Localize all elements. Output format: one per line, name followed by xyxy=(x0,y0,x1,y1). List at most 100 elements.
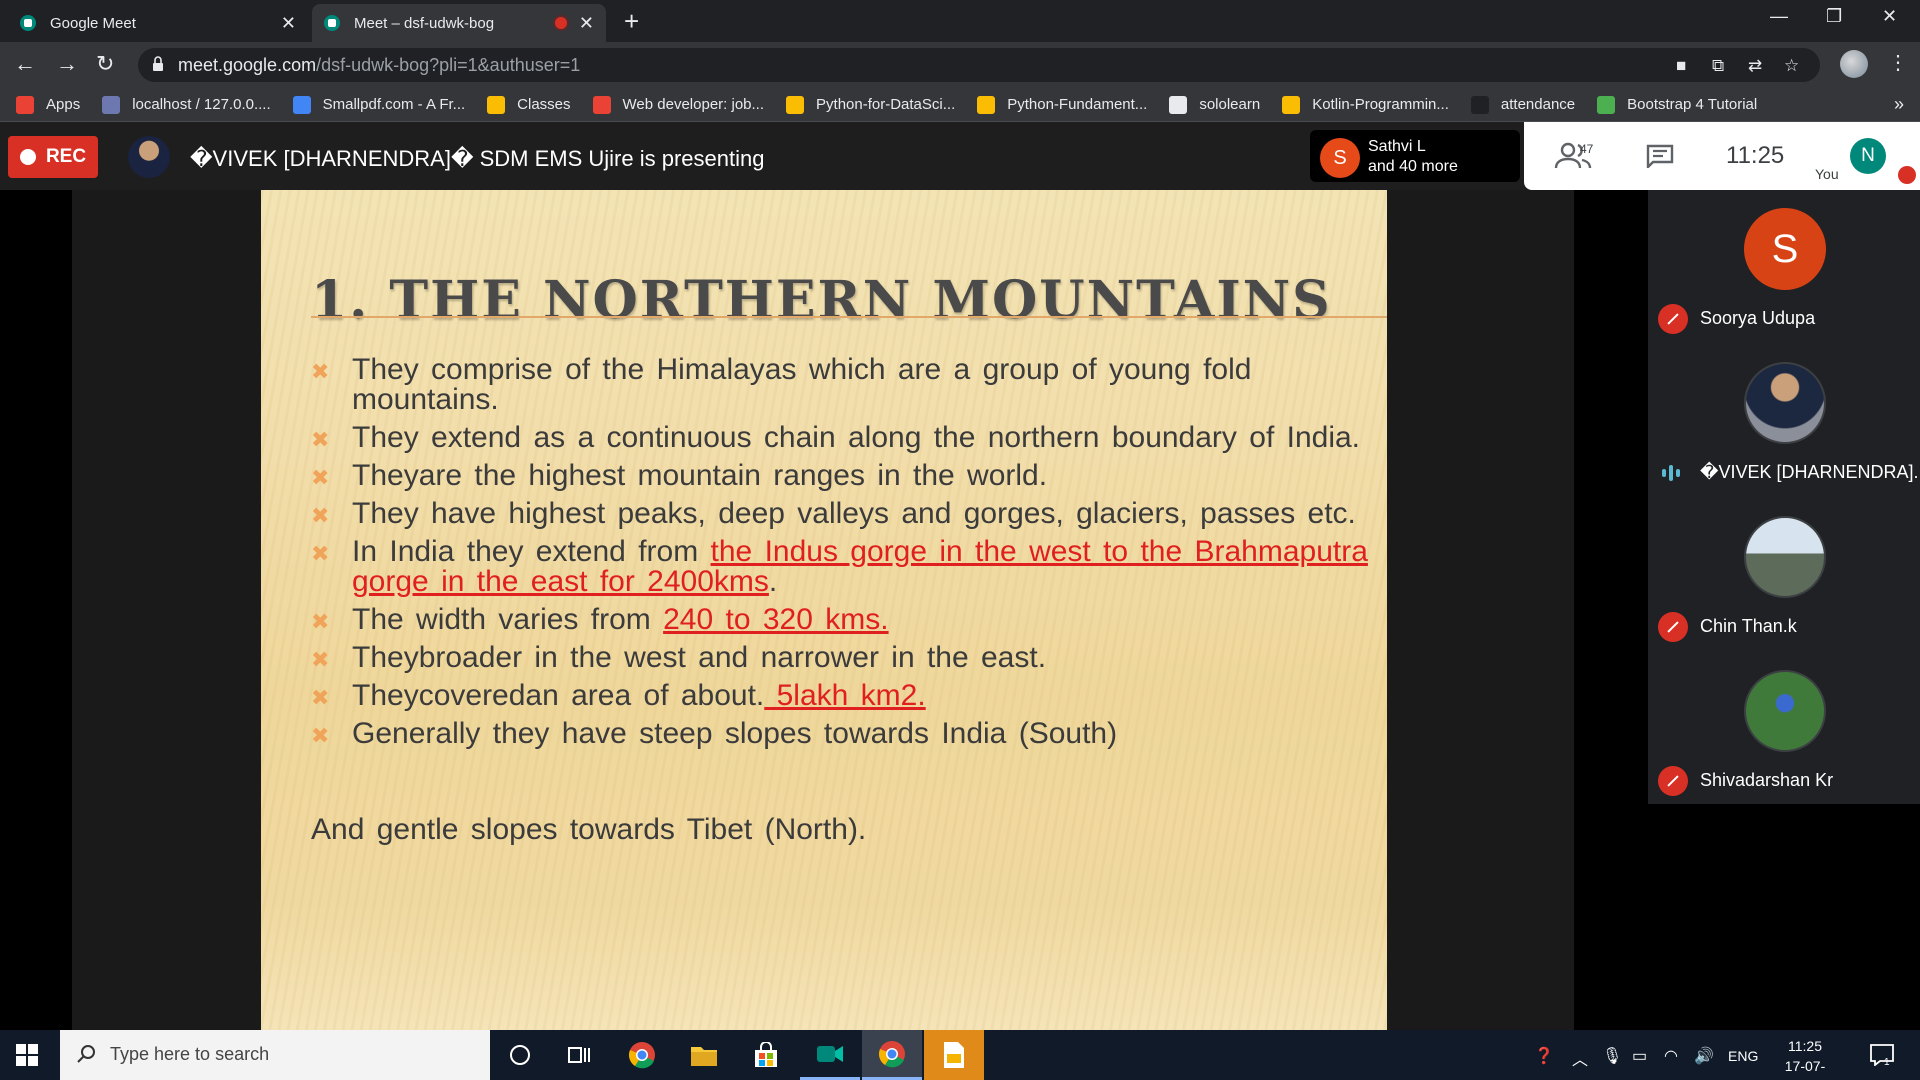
bookmark-label: Kotlin-Programmin... xyxy=(1312,96,1449,113)
taskbar-clock[interactable]: 11:25 17-07-2020 xyxy=(1770,1036,1840,1080)
apps-grid-icon xyxy=(16,95,34,114)
wifi-icon[interactable]: ◠ xyxy=(1664,1046,1678,1066)
bookmarks-overflow-icon[interactable]: » xyxy=(1894,94,1904,115)
title-underline xyxy=(311,316,1387,318)
translate-icon[interactable]: ⇄ xyxy=(1748,56,1762,76)
avatar: S xyxy=(1320,138,1360,178)
rec-label: REC xyxy=(45,146,87,167)
close-tab-icon[interactable]: ✕ xyxy=(281,13,296,34)
notif-count: 1 xyxy=(1884,1057,1890,1066)
people-icon[interactable] xyxy=(1554,140,1602,172)
drive-icon xyxy=(786,95,805,114)
bookmark-item[interactable]: Web developer: job... xyxy=(592,95,765,114)
bookmark-item[interactable]: Python-for-DataSci... xyxy=(786,95,955,114)
bookmark-label: Web developer: job... xyxy=(622,96,765,113)
bullet-text: Theycoveredan area of about. xyxy=(352,679,765,712)
bullet-highlight: 240 to 320 kms. xyxy=(663,603,889,636)
avatar xyxy=(1744,516,1826,598)
url-text: meet.google.com/dsf-udwk-bog?pli=1&authu… xyxy=(178,55,581,75)
tray-expand-icon[interactable]: ︿ xyxy=(1572,1046,1588,1070)
bullet-text: Theybroader in the west and narrower in … xyxy=(352,641,1047,674)
w3-icon xyxy=(1597,95,1616,114)
tab-meet-call[interactable]: Meet – dsf-udwk-bog ✕ xyxy=(312,4,606,42)
cortana-icon[interactable] xyxy=(490,1030,550,1080)
self-avatar[interactable]: N xyxy=(1850,138,1886,174)
close-window-icon[interactable]: ✕ xyxy=(1882,6,1897,27)
tab-google-meet[interactable]: Google Meet ✕ xyxy=(8,4,308,42)
meet-favicon-icon xyxy=(20,15,36,31)
taskbar-search-box[interactable]: Type here to search xyxy=(60,1030,490,1080)
chrome-active-taskbar-icon[interactable] xyxy=(862,1030,922,1080)
open-external-icon[interactable]: ⧉ xyxy=(1712,56,1724,76)
more-menu-icon[interactable]: ⋮ xyxy=(1888,50,1908,75)
volume-icon[interactable]: 🔊 xyxy=(1694,1046,1714,1066)
bookmark-item[interactable]: attendance xyxy=(1470,95,1576,114)
chrome-taskbar-icon[interactable] xyxy=(612,1030,672,1080)
bookmark-label: Classes xyxy=(517,96,571,113)
bookmark-item[interactable]: Kotlin-Programmin... xyxy=(1282,95,1449,114)
battery-icon[interactable]: ▭ xyxy=(1632,1046,1647,1066)
recording-indicator-icon xyxy=(554,17,567,29)
participants-chip[interactable]: S Sathvi L and 40 more xyxy=(1310,130,1520,182)
bookmark-label: Bootstrap 4 Tutorial xyxy=(1627,96,1758,113)
meet-top-bar: REC �VIVEK [DHARNENDRA]� SDM EMS Ujire i… xyxy=(0,122,1920,190)
forward-icon[interactable]: → xyxy=(56,51,78,77)
participant-tile[interactable]: �VIVEK [DHARNENDRA]... xyxy=(1648,344,1920,498)
bookmark-item[interactable]: Classes xyxy=(487,95,571,114)
avatar: S xyxy=(1744,208,1826,290)
bookmark-item[interactable]: Smallpdf.com - A Fr... xyxy=(292,95,465,114)
muted-mic-icon xyxy=(1658,612,1688,642)
participants-panel: S Soorya Udupa �VIVEK [DHARNENDRA]... Chin … xyxy=(1648,190,1920,804)
browser-tab-strip: Google Meet ✕ Meet – dsf-udwk-bog ✕ + — … xyxy=(0,0,1920,42)
file-explorer-icon[interactable] xyxy=(674,1030,734,1080)
language-indicator[interactable]: ENG xyxy=(1728,1048,1758,1064)
participant-tile[interactable]: Shivadarshan Kr xyxy=(1648,652,1920,806)
taskbar-date: 17-07-2020 xyxy=(1784,1058,1826,1080)
close-tab-icon[interactable]: ✕ xyxy=(579,13,594,34)
recording-button[interactable]: REC xyxy=(8,136,98,178)
presenter-avatar xyxy=(128,136,170,178)
bullet-text: The width varies from xyxy=(352,603,664,636)
people-count: 47 xyxy=(1580,142,1594,156)
you-label: You xyxy=(1815,166,1839,182)
windows-start-icon[interactable] xyxy=(16,1044,38,1066)
microphone-icon[interactable]: 🎙 xyxy=(1602,1046,1622,1066)
meet-taskbar-icon[interactable] xyxy=(800,1030,860,1080)
bookmark-item[interactable]: Bootstrap 4 Tutorial xyxy=(1597,95,1758,114)
drive-icon xyxy=(977,95,996,114)
avatar xyxy=(1744,670,1826,752)
address-bar[interactable]: meet.google.com/dsf-udwk-bog?pli=1&authu… xyxy=(138,48,1820,82)
camera-in-use-icon[interactable]: ■ xyxy=(1676,56,1686,76)
notifications-icon[interactable]: 1 xyxy=(1870,1044,1894,1066)
slide-tail-line: And gentle slopes towards Tibet (North). xyxy=(311,813,867,846)
bookmark-star-icon[interactable]: ☆ xyxy=(1784,56,1799,76)
profile-avatar[interactable] xyxy=(1840,50,1868,78)
slides-app-icon[interactable] xyxy=(924,1030,984,1080)
minimize-icon[interactable]: — xyxy=(1770,6,1788,27)
bookmark-label: localhost / 127.0.0.... xyxy=(132,96,271,113)
slide-bullet: ✖ Theycoveredan area of about. 5lakh km2. xyxy=(311,681,1371,711)
bookmark-item[interactable]: sololearn xyxy=(1169,95,1260,114)
bookmark-item[interactable]: localhost / 127.0.0.... xyxy=(102,95,271,114)
bullet-marker-icon: ✖ xyxy=(311,359,330,384)
tab-title: Google Meet xyxy=(50,14,136,32)
bookmark-item[interactable]: Python-Fundament... xyxy=(977,95,1147,114)
reload-icon[interactable]: ↻ xyxy=(96,51,114,77)
bookmark-label: attendance xyxy=(1500,96,1576,113)
back-icon[interactable]: ← xyxy=(14,51,36,77)
participant-name: Soorya Udupa xyxy=(1700,308,1816,328)
chip-more: and 40 more xyxy=(1368,158,1458,175)
help-icon[interactable]: ❓ xyxy=(1534,1046,1554,1066)
search-placeholder: Type here to search xyxy=(110,1044,270,1064)
bookmark-item[interactable]: Apps xyxy=(16,95,80,114)
presented-slide: 1. THE NORTHERN MOUNTAINS ✖ They comprise… xyxy=(261,190,1387,1030)
participant-tile[interactable]: S Soorya Udupa xyxy=(1648,190,1920,344)
store-icon[interactable] xyxy=(736,1030,796,1080)
chat-icon[interactable] xyxy=(1646,144,1674,168)
restore-icon[interactable]: ❐ xyxy=(1826,6,1842,27)
bullet-marker-icon: ✖ xyxy=(311,503,330,528)
participant-tile[interactable]: Chin Than.k xyxy=(1648,498,1920,652)
task-view-icon[interactable] xyxy=(550,1030,610,1080)
new-tab-button[interactable]: + xyxy=(624,6,639,37)
bullet-marker-icon: ✖ xyxy=(311,647,330,672)
